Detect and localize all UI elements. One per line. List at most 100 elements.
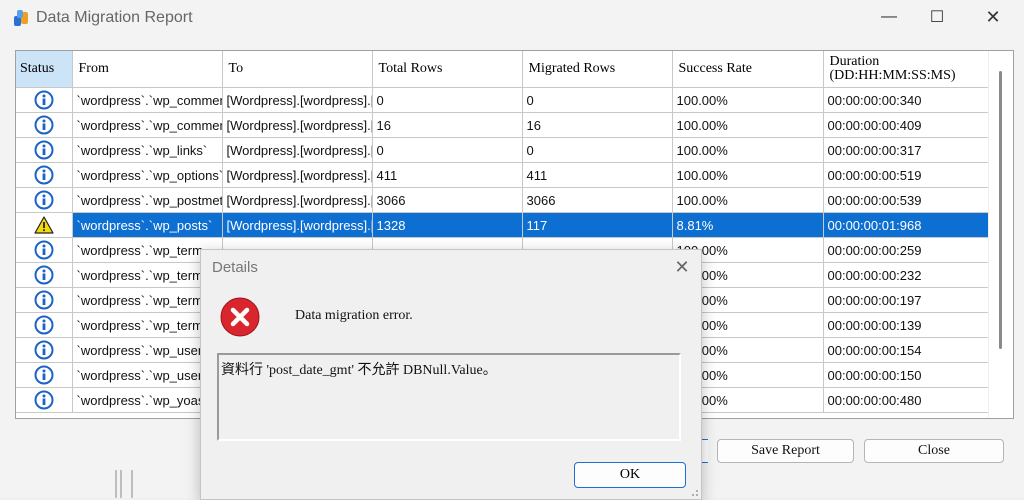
column-header-status[interactable]: Status <box>16 51 73 88</box>
status-cell <box>16 237 73 263</box>
from-cell: `wordpress`.`wp_links` <box>72 137 223 163</box>
info-icon <box>34 390 54 410</box>
vertical-scrollbar[interactable] <box>988 51 1013 418</box>
table-row[interactable]: `wordpress`.`wp_options` [Wordpress].[wor… <box>16 162 989 188</box>
status-cell <box>16 162 73 188</box>
to-cell: [Wordpress].[wordpress].[ <box>222 112 373 138</box>
duration-cell: 00:00:00:00:259 <box>823 237 989 263</box>
duration-cell: 00:00:00:00:154 <box>823 337 989 363</box>
minimize-icon[interactable]: — <box>866 2 912 32</box>
table-row[interactable]: `wordpress`.`wp_comment [Wordpress].[word… <box>16 112 989 138</box>
total-rows-cell: 411 <box>372 162 523 188</box>
success-rate-cell: 100.00% <box>672 87 824 113</box>
success-rate-cell: 8.81% <box>672 212 824 238</box>
title-bar: Data Migration Report — ☐ ✕ <box>0 0 1024 36</box>
total-rows-cell: 1328 <box>372 212 523 238</box>
from-cell: `wordpress`.`wp_comment <box>72 112 223 138</box>
duration-cell: 00:00:00:00:480 <box>823 387 989 413</box>
save-report-button[interactable]: Save Report <box>717 439 854 463</box>
error-icon <box>220 297 260 337</box>
to-cell: [Wordpress].[wordpress].[ <box>222 187 373 213</box>
resize-grip-icon[interactable] <box>689 487 699 497</box>
status-cell <box>16 337 73 363</box>
from-cell: `wordpress`.`wp_comment <box>72 87 223 113</box>
status-cell <box>16 362 73 388</box>
duration-cell: 00:00:00:00:340 <box>823 87 989 113</box>
column-header-duration[interactable]: Duration (DD:HH:MM:SS:MS) <box>823 51 989 88</box>
duration-cell: 00:00:00:01:968 <box>823 212 989 238</box>
migrated-rows-cell: 117 <box>522 212 673 238</box>
info-icon <box>34 90 54 110</box>
info-icon <box>34 265 54 285</box>
duration-cell: 00:00:00:00:519 <box>823 162 989 188</box>
status-cell <box>16 137 73 163</box>
info-icon <box>34 140 54 160</box>
status-cell <box>16 212 73 238</box>
status-cell <box>16 312 73 338</box>
table-row[interactable]: `wordpress`.`wp_links` [Wordpress].[wordp… <box>16 137 989 163</box>
close-button[interactable]: Close <box>864 439 1004 463</box>
column-header-total-rows[interactable]: Total Rows <box>372 51 523 88</box>
status-cell <box>16 187 73 213</box>
from-cell: `wordpress`.`wp_postmeta <box>72 187 223 213</box>
status-cell <box>16 287 73 313</box>
status-cell <box>16 112 73 138</box>
duration-cell: 00:00:00:00:139 <box>823 312 989 338</box>
column-header-to[interactable]: To <box>222 51 373 88</box>
table-row[interactable]: `wordpress`.`wp_posts` [Wordpress].[wordp… <box>16 212 989 238</box>
to-cell: [Wordpress].[wordpress].[ <box>222 137 373 163</box>
duration-cell: 00:00:00:00:539 <box>823 187 989 213</box>
info-icon <box>34 190 54 210</box>
info-icon <box>34 365 54 385</box>
duration-cell: 00:00:00:00:197 <box>823 287 989 313</box>
info-icon <box>34 315 54 335</box>
info-icon <box>34 115 54 135</box>
to-cell: [Wordpress].[wordpress].[ <box>222 162 373 188</box>
total-rows-cell: 0 <box>372 87 523 113</box>
total-rows-cell: 0 <box>372 137 523 163</box>
column-header-from[interactable]: From <box>72 51 223 88</box>
scrollbar-thumb[interactable] <box>999 71 1002 349</box>
details-dialog: Details ✕ Data migration error. 資料行 'pos… <box>200 249 702 500</box>
column-header-success-rate[interactable]: Success Rate <box>672 51 824 88</box>
to-cell: [Wordpress].[wordpress].[ <box>222 87 373 113</box>
maximize-icon[interactable]: ☐ <box>914 2 960 32</box>
app-icon <box>14 10 28 26</box>
info-icon <box>34 240 54 260</box>
error-detail-textbox[interactable]: 資料行 'post_date_gmt' 不允許 DBNull.Value。 <box>217 353 681 441</box>
status-cell <box>16 387 73 413</box>
success-rate-cell: 100.00% <box>672 187 824 213</box>
success-rate-cell: 100.00% <box>672 137 824 163</box>
info-icon <box>34 290 54 310</box>
info-icon <box>34 165 54 185</box>
duration-cell: 00:00:00:00:232 <box>823 262 989 288</box>
duration-cell: 00:00:00:00:409 <box>823 112 989 138</box>
close-window-icon[interactable]: ✕ <box>970 2 1016 32</box>
migrated-rows-cell: 3066 <box>522 187 673 213</box>
table-row[interactable]: `wordpress`.`wp_comment [Wordpress].[word… <box>16 87 989 113</box>
migrated-rows-cell: 0 <box>522 137 673 163</box>
status-cell <box>16 262 73 288</box>
from-cell: `wordpress`.`wp_options` <box>72 162 223 188</box>
dialog-close-icon[interactable]: ✕ <box>667 254 697 280</box>
duration-cell: 00:00:00:00:150 <box>823 362 989 388</box>
dialog-title: Details <box>212 259 258 276</box>
duration-cell: 00:00:00:00:317 <box>823 137 989 163</box>
migrated-rows-cell: 0 <box>522 87 673 113</box>
info-icon <box>34 340 54 360</box>
success-rate-cell: 100.00% <box>672 112 824 138</box>
migrated-rows-cell: 411 <box>522 162 673 188</box>
ok-button[interactable]: OK <box>574 462 686 488</box>
table-row[interactable]: `wordpress`.`wp_postmeta [Wordpress].[wor… <box>16 187 989 213</box>
from-cell: `wordpress`.`wp_posts` <box>72 212 223 238</box>
background-divider <box>115 470 133 498</box>
to-cell: [Wordpress].[wordpress].[ <box>222 212 373 238</box>
dialog-message: Data migration error. <box>295 308 413 323</box>
migrated-rows-cell: 16 <box>522 112 673 138</box>
status-cell <box>16 87 73 113</box>
column-header-migrated-rows[interactable]: Migrated Rows <box>522 51 673 88</box>
success-rate-cell: 100.00% <box>672 162 824 188</box>
total-rows-cell: 3066 <box>372 187 523 213</box>
total-rows-cell: 16 <box>372 112 523 138</box>
warning-icon <box>34 215 54 235</box>
